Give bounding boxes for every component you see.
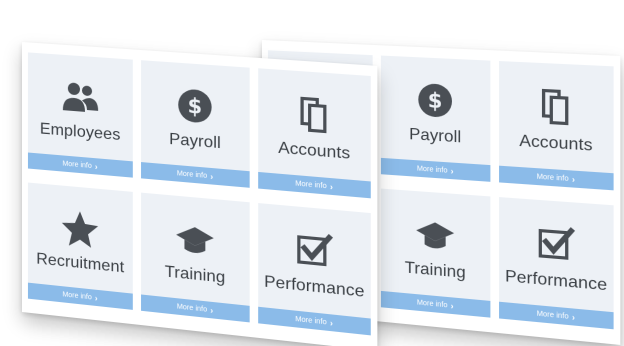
tile-label: Training	[404, 259, 466, 283]
more-info-text: More info	[176, 302, 208, 314]
tile-recruitment[interactable]: Recruitment More info ›	[27, 182, 133, 310]
chevron-right-icon: ›	[450, 300, 454, 311]
tile-body: Accounts	[519, 62, 593, 172]
tile-label: Accounts	[278, 139, 351, 163]
dollar-icon: $	[174, 84, 216, 128]
tile-body: Training	[164, 195, 226, 304]
chevron-right-icon: ›	[571, 174, 575, 184]
chevron-right-icon: ›	[329, 317, 333, 328]
chevron-right-icon: ›	[94, 293, 98, 303]
more-info-link[interactable]: More info ›	[141, 162, 250, 188]
more-info-text: More info	[416, 164, 448, 175]
tile-body: Performance	[505, 198, 607, 312]
tile-label: Performance	[505, 267, 608, 295]
graduation-cap-icon	[174, 217, 216, 262]
tile-label: Payroll	[409, 125, 462, 147]
tile-label: Training	[164, 263, 226, 287]
accounts-icon	[534, 85, 578, 130]
chevron-right-icon: ›	[571, 312, 575, 322]
more-info-text: More info	[295, 179, 327, 190]
tile-performance[interactable]: Performance More info ›	[258, 203, 371, 336]
tile-body: Employees	[40, 53, 121, 160]
tile-accounts[interactable]: Accounts More info ›	[258, 68, 371, 199]
svg-text:$: $	[188, 94, 203, 119]
tile-body: $ Payroll	[169, 62, 221, 169]
tile-employees[interactable]: Employees More info ›	[27, 52, 133, 178]
tile-label: Payroll	[169, 130, 221, 153]
stage: $ Payroll More info › Accounts More info…	[0, 0, 624, 346]
more-info-text: More info	[62, 159, 92, 170]
star-icon	[60, 206, 100, 250]
graduation-cap-icon	[414, 213, 456, 258]
back-tile-payroll[interactable]: $ Payroll More info ›	[380, 55, 491, 182]
tile-body: Performance	[264, 204, 365, 318]
chevron-right-icon: ›	[94, 161, 98, 172]
chevron-right-icon: ›	[329, 181, 333, 192]
svg-text:$: $	[428, 89, 443, 114]
dollar-icon: $	[414, 79, 456, 123]
back-tile-training[interactable]: Training More info ›	[380, 188, 491, 318]
more-info-link[interactable]: More info ›	[380, 157, 491, 182]
back-tile-accounts[interactable]: Accounts More info ›	[499, 61, 614, 191]
tile-payroll[interactable]: $ Payroll More info ›	[141, 60, 250, 188]
accounts-icon	[292, 92, 335, 137]
tile-body: $ Payroll	[409, 57, 461, 163]
more-info-link[interactable]: More info ›	[258, 171, 371, 199]
more-info-link[interactable]: More info ›	[499, 165, 614, 191]
tile-training[interactable]: Training More info ›	[141, 192, 250, 323]
chevron-right-icon: ›	[210, 305, 214, 315]
more-info-text: More info	[176, 169, 208, 180]
employees-icon	[60, 76, 100, 119]
chevron-right-icon: ›	[210, 171, 214, 182]
tile-body: Recruitment	[36, 183, 124, 292]
tile-body: Training	[405, 190, 466, 298]
checkbox-icon	[534, 222, 578, 268]
tile-label: Accounts	[519, 132, 593, 155]
back-tile-performance[interactable]: Performance More info ›	[499, 197, 614, 330]
tile-label: Employees	[39, 120, 121, 145]
more-info-text: More info	[416, 298, 448, 309]
front-dashboard-panel: Employees More info › $ Payroll More inf…	[22, 42, 378, 346]
tile-label: Recruitment	[36, 250, 125, 277]
more-info-text: More info	[536, 309, 569, 321]
tile-body: Accounts	[278, 70, 350, 180]
more-info-text: More info	[62, 290, 92, 301]
checkbox-icon	[292, 228, 335, 274]
chevron-right-icon: ›	[450, 166, 454, 176]
tile-label: Performance	[264, 273, 365, 302]
more-info-text: More info	[295, 315, 327, 326]
more-info-text: More info	[536, 172, 569, 183]
